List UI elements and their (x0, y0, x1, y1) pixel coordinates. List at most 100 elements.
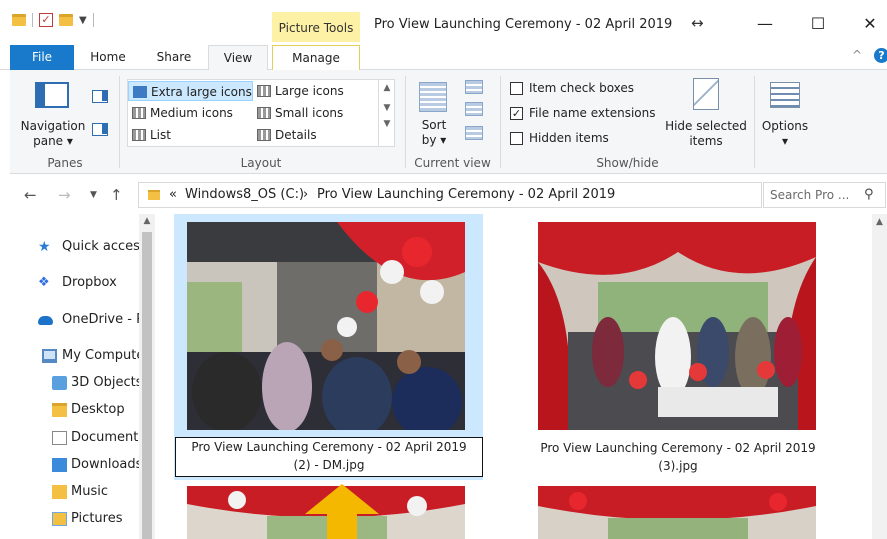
quick-access-toolbar: ✓ ▼ (12, 13, 94, 27)
photo-thumbnail[interactable] (538, 222, 816, 430)
size-columns-icon[interactable] (465, 126, 483, 140)
search-icon[interactable]: ⚲ (864, 187, 874, 202)
folder-icon (148, 190, 160, 200)
minimize-button[interactable]: — (745, 9, 785, 39)
large-icons-icon (257, 85, 271, 97)
add-columns-icon[interactable] (465, 102, 483, 116)
forward-arrow-icon[interactable]: → (58, 186, 71, 204)
nav-item-documents[interactable]: Documents (10, 426, 140, 450)
pointer-arrow-icon (305, 484, 379, 539)
computer-icon (42, 349, 57, 363)
layout-small-icons[interactable]: Small icons (253, 103, 378, 123)
hidden-items-checkbox[interactable] (510, 131, 523, 145)
scroll-up-icon[interactable]: ▲ (379, 83, 395, 93)
picture-tools-contextual-tab: Picture Tools (272, 12, 360, 42)
options-icon[interactable] (770, 82, 800, 108)
photo-thumbnail[interactable] (187, 222, 465, 430)
ribbon-tab-bar: File Home Share View Manage ^ ? (0, 42, 887, 71)
layout-gallery-scroll[interactable]: ▲ ▼ ▼ (378, 79, 395, 147)
nav-item-my-computer[interactable]: My Computer (10, 344, 140, 368)
folder-icon[interactable] (12, 14, 26, 26)
layout-group-label: Layout (240, 156, 282, 170)
customize-toolbar-chevron-icon[interactable]: ▼ (79, 15, 87, 26)
tab-home[interactable]: Home (80, 45, 136, 70)
nav-item-onedrive[interactable]: OneDrive - Personal (10, 308, 140, 332)
nav-item-music[interactable]: Music (10, 480, 140, 504)
photo-thumbnail[interactable] (538, 486, 816, 539)
sort-by-button[interactable]: Sort by ▾ (415, 118, 453, 148)
search-box[interactable]: ⚲ (763, 182, 886, 208)
close-button[interactable]: ✕ (850, 9, 887, 39)
recent-locations-chevron-icon[interactable]: ▼ (90, 190, 97, 200)
group-by-icon[interactable] (465, 80, 483, 94)
file-name-label[interactable]: Pro View Launching Ceremony - 02 April 2… (524, 439, 832, 475)
breadcrumb-folder[interactable]: Pro View Launching Ceremony - 02 April 2… (317, 187, 615, 202)
scrollbar-thumb[interactable] (142, 232, 152, 539)
options-button[interactable]: Options ▾ (758, 119, 812, 149)
downloads-icon (52, 458, 67, 472)
address-bar[interactable]: « Windows8_OS (C:) › Pro View Launching … (138, 182, 874, 208)
ribbon: Navigation pane ▾ Panes Extra large icon… (10, 70, 887, 174)
layout-large-icons[interactable]: Large icons (253, 81, 378, 101)
gallery-expand-icon[interactable]: ▼ (379, 119, 395, 129)
breadcrumb-drive[interactable]: Windows8_OS (C:) (185, 187, 304, 202)
properties-check-icon[interactable]: ✓ (39, 13, 53, 27)
tab-manage[interactable]: Manage (272, 45, 360, 71)
nav-item-downloads[interactable]: Downloads (10, 453, 140, 477)
scroll-up-icon[interactable]: ▲ (139, 216, 155, 226)
group-divider (500, 76, 501, 168)
nav-item-3d-objects[interactable]: 3D Objects (10, 371, 140, 395)
details-pane-icon[interactable] (92, 123, 108, 136)
hide-selected-items-button[interactable]: Hide selected items (664, 119, 748, 149)
tab-share[interactable]: Share (146, 45, 202, 70)
pictures-icon (52, 512, 67, 526)
group-divider (405, 76, 406, 168)
tab-file[interactable]: File (10, 45, 74, 70)
navigation-pane: ★ Quick access ❖ Dropbox OneDrive - Pers… (10, 214, 155, 539)
toolbar-divider (32, 13, 33, 27)
sort-by-icon[interactable] (419, 82, 447, 112)
layout-list[interactable]: List (128, 125, 253, 145)
documents-icon (52, 431, 67, 445)
navigation-pane-scrollbar[interactable]: ▲ (139, 214, 155, 539)
layout-gallery: Extra large icons Large icons Medium ico… (127, 79, 395, 147)
back-arrow-icon[interactable]: ← (24, 186, 37, 204)
panes-group-label: Panes (47, 156, 83, 170)
nav-item-dropbox[interactable]: ❖ Dropbox (10, 271, 140, 295)
scroll-up-icon[interactable]: ▲ (872, 217, 887, 227)
item-check-boxes-checkbox[interactable] (510, 81, 523, 95)
nav-item-desktop[interactable]: Desktop (10, 398, 140, 422)
layout-extra-large-icons[interactable]: Extra large icons (128, 81, 253, 101)
file-name-extensions-checkbox[interactable]: ✓ (510, 106, 523, 120)
tab-view[interactable]: View (208, 45, 268, 71)
layout-details[interactable]: Details (253, 125, 378, 145)
help-icon[interactable]: ? (874, 48, 887, 63)
desktop-folder-icon (52, 403, 67, 417)
file-view: Pro View Launching Ceremony - 02 April 2… (155, 214, 887, 539)
small-icons-icon (257, 107, 271, 119)
maximize-button[interactable]: ☐ (798, 9, 838, 39)
resize-cursor-icon: ↔ (691, 14, 704, 32)
minimize-ribbon-chevron-icon[interactable]: ^ (852, 48, 862, 62)
nav-item-pictures[interactable]: Pictures (10, 507, 140, 531)
preview-pane-icon[interactable] (92, 90, 108, 103)
search-input[interactable] (770, 187, 862, 203)
layout-medium-icons[interactable]: Medium icons (128, 103, 253, 123)
breadcrumb-overflow[interactable]: « (169, 187, 177, 202)
extra-large-icons-icon (133, 86, 147, 98)
navigation-pane-icon[interactable] (35, 82, 69, 108)
file-view-scrollbar[interactable]: ▲ (872, 214, 887, 539)
up-arrow-icon[interactable]: ↑ (110, 186, 123, 204)
item-check-boxes-toggle[interactable]: Item check boxes (510, 79, 634, 97)
hidden-items-toggle[interactable]: Hidden items (510, 129, 609, 147)
nav-item-quick-access[interactable]: ★ Quick access (10, 235, 140, 259)
hide-selected-items-icon[interactable] (693, 78, 719, 110)
scroll-down-icon[interactable]: ▼ (379, 103, 395, 113)
file-name-extensions-toggle[interactable]: ✓ File name extensions (510, 104, 656, 122)
new-folder-icon[interactable] (59, 14, 73, 26)
breadcrumb-separator[interactable]: › (303, 187, 308, 202)
list-icon (132, 129, 146, 141)
star-icon: ★ (38, 239, 51, 255)
navigation-pane-button[interactable]: Navigation pane ▾ (20, 119, 86, 149)
rename-textbox[interactable]: Pro View Launching Ceremony - 02 April 2… (175, 437, 483, 477)
